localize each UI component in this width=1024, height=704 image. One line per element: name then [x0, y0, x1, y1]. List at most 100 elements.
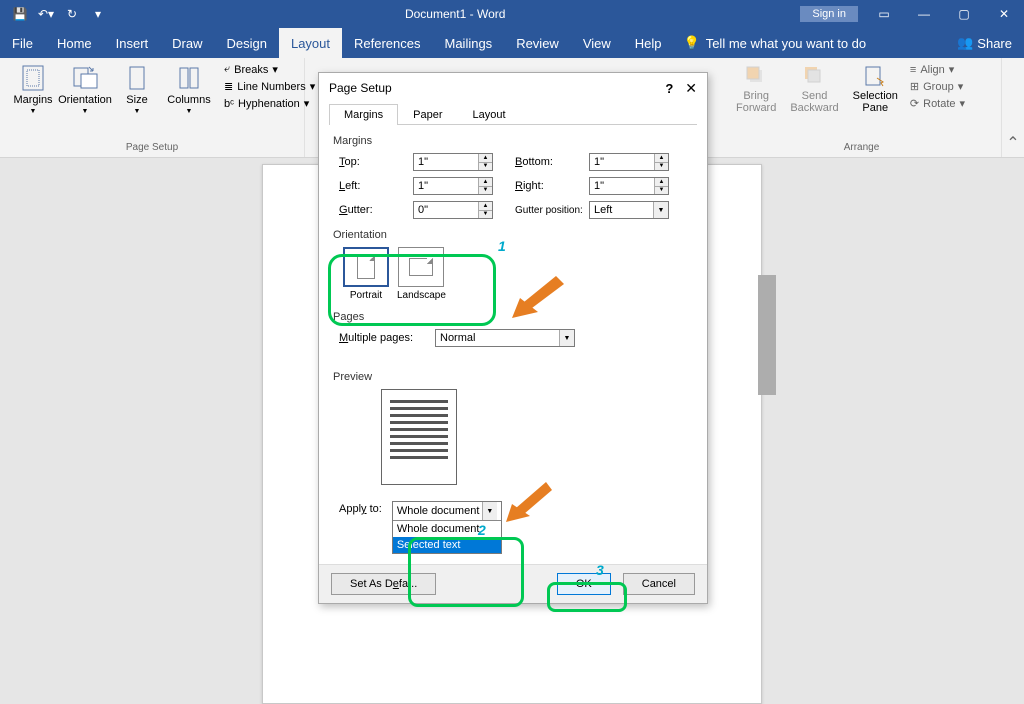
right-spinner[interactable]: ▲▼	[589, 177, 669, 195]
text-selection	[758, 275, 776, 395]
annotation-number-2: 2	[478, 522, 486, 538]
chevron-down-icon[interactable]: ▼	[653, 202, 668, 218]
tab-design[interactable]: Design	[215, 28, 279, 58]
tab-review[interactable]: Review	[504, 28, 571, 58]
tab-view[interactable]: View	[571, 28, 623, 58]
close-dialog-icon[interactable]: ✕	[685, 80, 697, 97]
save-icon[interactable]: 💾	[8, 2, 32, 26]
tab-mailings[interactable]: Mailings	[433, 28, 505, 58]
selection-pane-button[interactable]: Selection Pane	[847, 62, 904, 116]
breaks-icon: ⤶	[224, 63, 230, 76]
dialog-tab-margins[interactable]: Margins	[329, 104, 398, 125]
redo-icon[interactable]: ↻	[60, 2, 84, 26]
pagesetup-group-label: Page Setup	[8, 142, 296, 155]
signin-button[interactable]: Sign in	[800, 6, 858, 22]
gutter-label: Gutter:	[339, 204, 399, 216]
tab-file[interactable]: File	[0, 28, 45, 58]
landscape-option[interactable]: Landscape	[397, 247, 446, 301]
help-icon[interactable]: ?	[665, 81, 673, 96]
bottom-spinner[interactable]: ▲▼	[589, 153, 669, 171]
orientation-button[interactable]: Orientation▼	[60, 62, 110, 117]
orientation-section-label: Orientation	[333, 229, 693, 241]
multipages-label: Multiple pages:	[339, 332, 413, 344]
size-button[interactable]: Size▼	[112, 62, 162, 117]
left-label: Left:	[339, 180, 399, 192]
send-backward-button[interactable]: Send Backward	[784, 62, 844, 116]
preview-thumbnail	[381, 389, 457, 485]
annotation-number-3: 3	[596, 562, 604, 578]
columns-button[interactable]: Columns▼	[164, 62, 214, 117]
close-icon[interactable]: ✕	[984, 0, 1024, 28]
right-input[interactable]	[590, 178, 654, 194]
set-default-button[interactable]: Set As Defa...	[331, 573, 436, 595]
document-title: Document1 - Word	[110, 7, 800, 21]
dialog-tab-paper[interactable]: Paper	[398, 104, 457, 125]
gutter-pos-label: Gutter position:	[515, 205, 575, 216]
linenumbers-icon: ≣	[224, 80, 233, 93]
rotate-button[interactable]: ⟳Rotate ▾	[906, 96, 969, 111]
share-icon: 👥	[957, 35, 973, 51]
tab-draw[interactable]: Draw	[160, 28, 214, 58]
tab-help[interactable]: Help	[623, 28, 674, 58]
margins-section-label: Margins	[333, 135, 693, 147]
chevron-down-icon[interactable]: ▼	[482, 502, 497, 520]
tab-home[interactable]: Home	[45, 28, 104, 58]
applyto-option-selected[interactable]: Selected text	[393, 537, 501, 553]
multipages-dropdown[interactable]: Normal▼	[435, 329, 575, 347]
group-button[interactable]: ⊞Group ▾	[906, 79, 969, 94]
pages-section-label: Pages	[333, 311, 693, 323]
bottom-label: Bottom:	[515, 156, 575, 168]
top-input[interactable]	[414, 154, 478, 170]
gutter-position-dropdown[interactable]: Left▼	[589, 201, 669, 219]
share-button[interactable]: 👥 Share	[945, 35, 1024, 51]
chevron-down-icon[interactable]: ▼	[559, 330, 574, 346]
qat-more-icon[interactable]: ▾	[86, 2, 110, 26]
top-spinner[interactable]: ▲▼	[413, 153, 493, 171]
left-input[interactable]	[414, 178, 478, 194]
annotation-number-1: 1	[498, 238, 506, 254]
bring-forward-button[interactable]: Bring Forward	[730, 62, 782, 116]
align-button[interactable]: ≡Align ▾	[906, 62, 969, 77]
left-spinner[interactable]: ▲▼	[413, 177, 493, 195]
ribbon-display-icon[interactable]: ▭	[864, 0, 904, 28]
tab-references[interactable]: References	[342, 28, 432, 58]
spin-down-icon[interactable]: ▼	[479, 163, 492, 171]
minimize-icon[interactable]: —	[904, 0, 944, 28]
lightbulb-icon: 💡	[684, 35, 700, 51]
maximize-icon[interactable]: ▢	[944, 0, 984, 28]
hyphenation-icon: bᶜ	[224, 98, 234, 110]
margins-button[interactable]: Margins▼	[8, 62, 58, 117]
gutter-input[interactable]	[414, 202, 478, 218]
tab-insert[interactable]: Insert	[104, 28, 161, 58]
bottom-input[interactable]	[590, 154, 654, 170]
tab-layout[interactable]: Layout	[279, 28, 342, 58]
bring-forward-icon	[744, 64, 768, 88]
group-icon: ⊞	[910, 80, 919, 93]
orientation-icon	[71, 64, 99, 92]
size-icon	[123, 64, 151, 92]
portrait-option[interactable]: Portrait	[343, 247, 389, 301]
undo-icon[interactable]: ↶▾	[34, 2, 58, 26]
columns-icon	[175, 64, 203, 92]
dialog-title: Page Setup	[329, 81, 392, 95]
titlebar: 💾 ↶▾ ↻ ▾ Document1 - Word Sign in ▭ — ▢ …	[0, 0, 1024, 28]
menubar: File Home Insert Draw Design Layout Refe…	[0, 28, 1024, 58]
align-icon: ≡	[910, 64, 916, 76]
tell-me-search[interactable]: 💡 Tell me what you want to do	[674, 35, 877, 51]
portrait-icon	[357, 255, 375, 279]
margins-icon	[19, 64, 47, 92]
spin-up-icon[interactable]: ▲	[479, 154, 492, 163]
send-backward-icon	[802, 64, 826, 88]
gutter-spinner[interactable]: ▲▼	[413, 201, 493, 219]
applyto-label: Apply to:	[339, 501, 382, 515]
arrange-group-label: Arrange	[730, 142, 993, 155]
rotate-icon: ⟳	[910, 97, 919, 110]
right-label: Right:	[515, 180, 575, 192]
preview-section-label: Preview	[333, 371, 693, 383]
landscape-icon	[409, 258, 433, 276]
top-label: Top:	[339, 156, 399, 168]
page-setup-dialog: Page Setup ? ✕ Margins Paper Layout Marg…	[318, 72, 708, 604]
cancel-button[interactable]: Cancel	[623, 573, 695, 595]
dialog-tab-layout[interactable]: Layout	[457, 104, 520, 125]
collapse-ribbon-icon[interactable]: ⌃	[1002, 133, 1024, 157]
